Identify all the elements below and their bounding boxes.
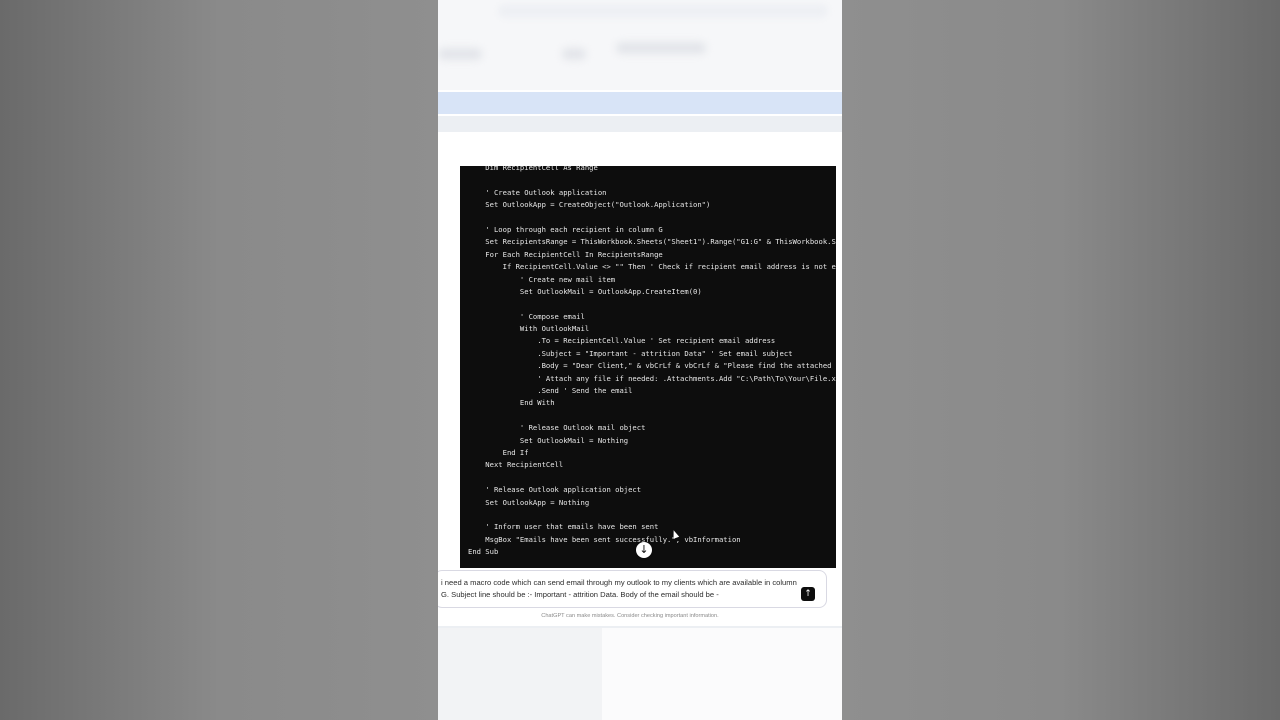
message-input-text[interactable]: i need a macro code which can send email… (441, 577, 797, 602)
code-line: ' Release Outlook application object (468, 485, 642, 495)
video-frame: Dim RecipientCell As Range ' Create Outl… (0, 0, 1280, 720)
code-line: ' Create Outlook application (468, 187, 607, 197)
code-line: For Each RecipientCell In RecipientsRang… (468, 249, 663, 259)
divider-strip (438, 116, 842, 132)
code-line: ' Create new mail item (468, 274, 616, 284)
selection-strip (438, 92, 842, 114)
code-line: ' Loop through each recipient in column … (468, 224, 663, 234)
code-line: .To = RecipientCell.Value ' Set recipien… (468, 336, 776, 346)
send-button[interactable]: ↑ (801, 587, 815, 601)
code-line: MsgBox "Emails have been sent successful… (468, 534, 741, 544)
code-line: Set OutlookApp = Nothing (468, 497, 590, 507)
code-line: Next RecipientCell (468, 460, 564, 470)
code-line: If RecipientCell.Value <> "" Then ' Chec… (468, 262, 836, 272)
code-line: Set RecipientsRange = ThisWorkbook.Sheet… (468, 237, 836, 247)
code-line: ' Inform user that emails have been sent (468, 522, 659, 532)
code-line: End With (468, 398, 555, 408)
code-line: .Subject = "Important - attrition Data" … (468, 348, 793, 358)
code-line: .Body = "Dear Client," & vbCrLf & vbCrLf… (468, 361, 832, 371)
chat-window: Dim RecipientCell As Range ' Create Outl… (438, 0, 842, 720)
blurred-address-bar (498, 4, 828, 18)
code-line: ' Compose email (468, 311, 585, 321)
code-line: End If (468, 447, 529, 457)
code-line: Set OutlookApp = CreateObject("Outlook.A… (468, 200, 711, 210)
disclaimer-text: ChatGPT can make mistakes. Consider chec… (541, 613, 719, 619)
blurred-element (438, 48, 482, 60)
code-line: Set OutlookMail = OutlookApp.CreateItem(… (468, 286, 702, 296)
code-line: ' Release Outlook mail object (468, 423, 646, 433)
message-input[interactable]: i need a macro code which can send email… (438, 570, 827, 608)
code-line: Set OutlookMail = Nothing (468, 435, 629, 445)
arrow-down-icon: ↓ (639, 543, 649, 556)
blurred-element (616, 42, 706, 54)
code-line: With OutlookMail (468, 324, 590, 334)
blurred-header (438, 0, 842, 90)
blurred-element (438, 628, 602, 720)
arrow-up-icon: ↑ (804, 589, 812, 599)
code-line: ' Attach any file if needed: .Attachment… (468, 373, 836, 383)
code-line: Dim RecipientCell As Range (468, 166, 598, 172)
code-content: Dim RecipientCell As Range ' Create Outl… (468, 166, 836, 559)
code-line: .Send ' Send the email (468, 386, 633, 396)
blurred-element (562, 48, 586, 60)
scroll-down-button[interactable]: ↓ (636, 542, 652, 558)
code-block[interactable]: Dim RecipientCell As Range ' Create Outl… (460, 166, 836, 568)
